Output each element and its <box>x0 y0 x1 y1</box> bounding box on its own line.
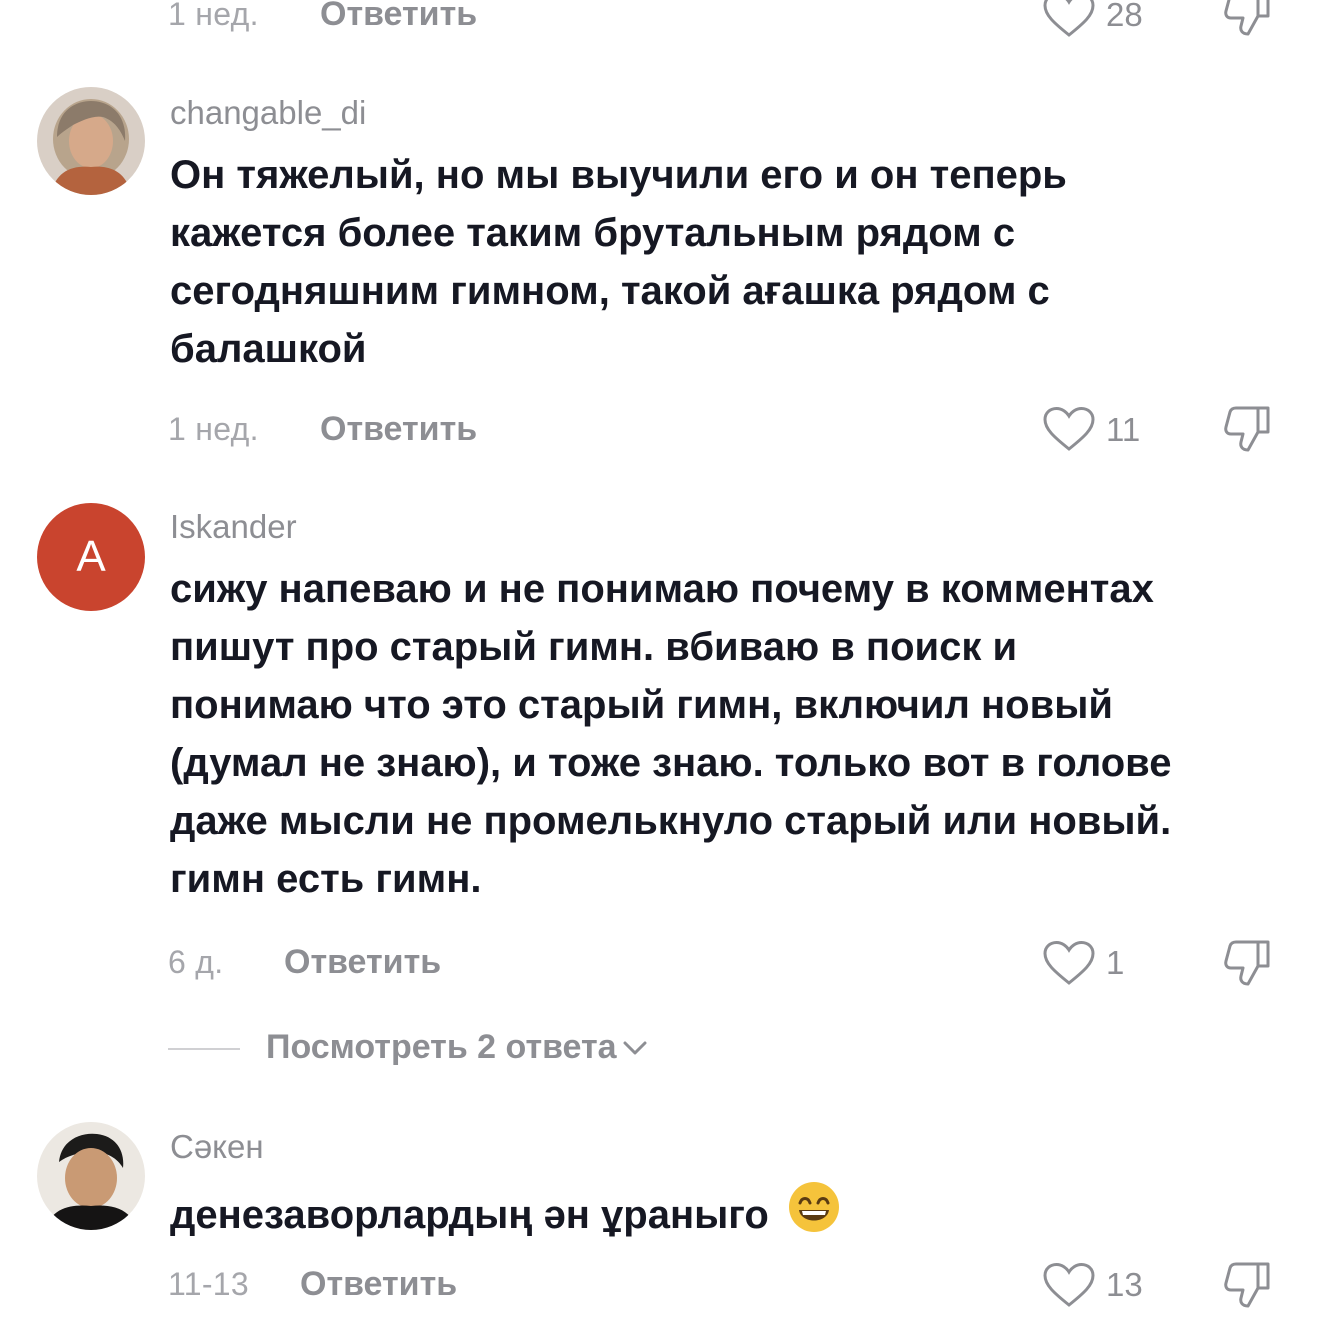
thumbs-down-outline-icon[interactable] <box>1222 0 1272 38</box>
thumbs-down-outline-icon[interactable] <box>1222 936 1272 988</box>
reply-button[interactable]: Ответить <box>320 410 477 449</box>
view-replies-button[interactable]: Посмотреть 2 ответа <box>266 1028 649 1067</box>
comment-text-line: пишут про старый гимн. вбиваю в поиск и <box>170 625 1018 669</box>
chevron-down-icon <box>623 1041 647 1054</box>
reply-button[interactable]: Ответить <box>300 1265 457 1304</box>
profile-photo <box>37 87 145 195</box>
comment-text-line: кажется более таким брутальным рядом с <box>170 211 1016 255</box>
heart-outline-icon[interactable] <box>1042 406 1096 452</box>
grinning-face-icon <box>788 1182 839 1232</box>
thumbs-down-outline-icon[interactable] <box>1222 402 1272 454</box>
avatar[interactable] <box>37 87 145 195</box>
comment-text-line: балашкой <box>170 327 367 371</box>
comment-text-line: сижу напеваю и не понимаю почему в комме… <box>170 567 1154 611</box>
comment-text-line: понимаю что это старый гимн, включил нов… <box>170 683 1113 727</box>
reply-button[interactable]: Ответить <box>320 0 477 34</box>
reply-button[interactable]: Ответить <box>284 943 441 982</box>
heart-outline-icon[interactable] <box>1042 0 1096 38</box>
grinning-face-emoji <box>787 1180 841 1250</box>
like-count: 28 <box>1106 0 1143 33</box>
comment-text-line: сегодняшним гимном, такой ағашка рядом с <box>170 269 1050 313</box>
comment-text-line: даже мысли не промелькнуло старый или но… <box>170 799 1172 843</box>
username[interactable]: changable_di <box>170 94 366 132</box>
profile-photo <box>37 1122 145 1230</box>
view-replies-label: Посмотреть 2 ответа <box>266 1028 617 1066</box>
thumbs-down-outline-icon[interactable] <box>1222 1258 1272 1310</box>
avatar-letter: A <box>76 532 106 581</box>
avatar[interactable]: A <box>37 503 145 611</box>
comment-time: 6 д. <box>168 944 224 980</box>
username[interactable]: Iskander <box>170 508 297 546</box>
comment-text: сижу напеваю и не понимаю почему в комме… <box>170 560 1171 908</box>
avatar[interactable] <box>37 1122 145 1230</box>
comment-text-line: гимн есть гимн. <box>170 857 482 901</box>
comment-text: денезаворлардың ән ұраныго <box>170 1180 841 1250</box>
username[interactable]: Сәкен <box>170 1128 264 1166</box>
comment-text: Он тяжелый, но мы выучили его и он тепер… <box>170 146 1067 378</box>
like-count: 13 <box>1106 1266 1143 1303</box>
like-count: 1 <box>1106 944 1125 981</box>
like-count: 11 <box>1106 411 1141 448</box>
comment-time: 1 нед. <box>168 411 259 447</box>
heart-outline-icon[interactable] <box>1042 940 1096 986</box>
comment-text-line: Он тяжелый, но мы выучили его и он тепер… <box>170 153 1067 197</box>
divider <box>168 1048 240 1050</box>
comment-time: 11-13 <box>168 1266 249 1302</box>
comment-text-line: (думал не знаю), и тоже знаю. только вот… <box>170 741 1172 785</box>
comment-time: 1 нед. <box>168 0 259 32</box>
heart-outline-icon[interactable] <box>1042 1262 1096 1308</box>
comment-text-line: денезаворлардың ән ұраныго <box>170 1193 769 1237</box>
